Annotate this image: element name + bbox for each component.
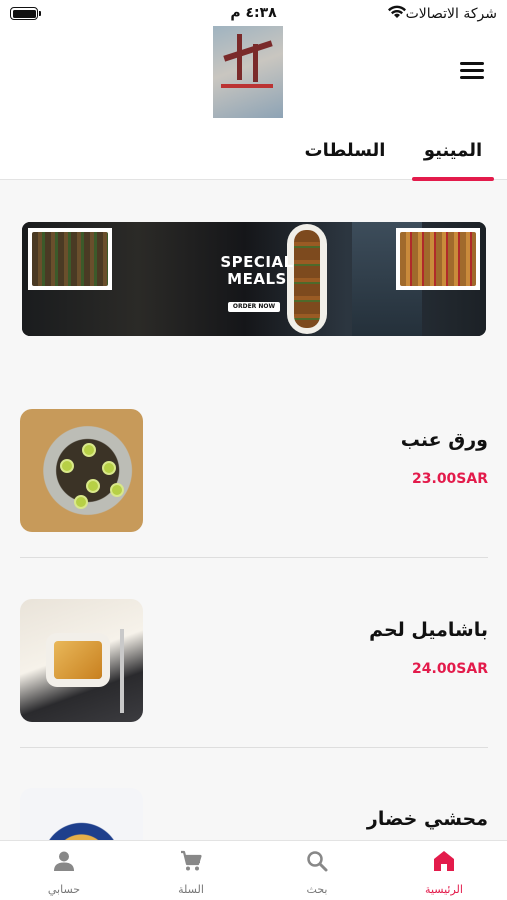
- tab-salads[interactable]: السلطات: [300, 136, 390, 180]
- nav-search[interactable]: بحث: [254, 841, 380, 900]
- nav-home-label: الرئيسية: [425, 883, 463, 896]
- product-card[interactable]: ورق عنب 23.00SAR: [20, 409, 488, 533]
- product-card[interactable]: باشاميل لحم 24.00SAR: [20, 599, 488, 723]
- tab-salads-label: السلطات: [304, 140, 386, 161]
- tab-menu-label: المينيو: [423, 140, 483, 161]
- search-icon: [307, 851, 328, 872]
- promo-banner[interactable]: SPECIAL MEALS ORDER NOW: [22, 222, 486, 336]
- order-now-button[interactable]: ORDER NOW: [228, 302, 280, 312]
- nav-cart-label: السلة: [178, 883, 204, 896]
- home-icon: [434, 851, 454, 871]
- product-name: باشاميل لحم: [369, 619, 488, 641]
- list-divider: [20, 557, 488, 558]
- active-tab-indicator: [412, 177, 494, 181]
- bottom-navigation: الرئيسية بحث السلة حسابي: [0, 840, 507, 900]
- app-header: [0, 26, 507, 128]
- tab-menu[interactable]: المينيو: [412, 136, 494, 181]
- account-icon: [54, 851, 74, 871]
- hamburger-menu-icon[interactable]: [460, 62, 484, 80]
- list-divider: [20, 747, 488, 748]
- product-name: ورق عنب: [400, 429, 488, 451]
- product-name: محشي خضار: [366, 808, 488, 830]
- banner-title-line1: SPECIAL: [220, 253, 294, 271]
- product-price: 23.00SAR: [412, 471, 488, 487]
- banner-title: SPECIAL MEALS: [212, 254, 302, 288]
- nav-home[interactable]: الرئيسية: [381, 841, 507, 900]
- product-price: 24.00SAR: [412, 661, 488, 677]
- nav-account-label: حسابي: [47, 883, 81, 896]
- clock-time: ٤:٣٨ م: [230, 5, 277, 21]
- product-image: [20, 409, 143, 532]
- category-tabs: المينيو السلطات: [0, 128, 507, 181]
- cart-icon: [181, 850, 202, 871]
- banner-food-photo-right: [396, 228, 480, 290]
- nav-account[interactable]: حسابي: [1, 841, 127, 900]
- status-bar: شركة الاتصالات ٤:٣٨ م: [0, 0, 507, 28]
- banner-food-photo-left: [28, 228, 112, 290]
- restaurant-logo[interactable]: [213, 26, 283, 118]
- nav-cart[interactable]: السلة: [128, 841, 254, 900]
- product-image: [20, 599, 143, 722]
- banner-title-line2: MEALS: [227, 270, 287, 288]
- nav-search-label: بحث: [306, 883, 328, 896]
- battery-icon: [10, 7, 41, 20]
